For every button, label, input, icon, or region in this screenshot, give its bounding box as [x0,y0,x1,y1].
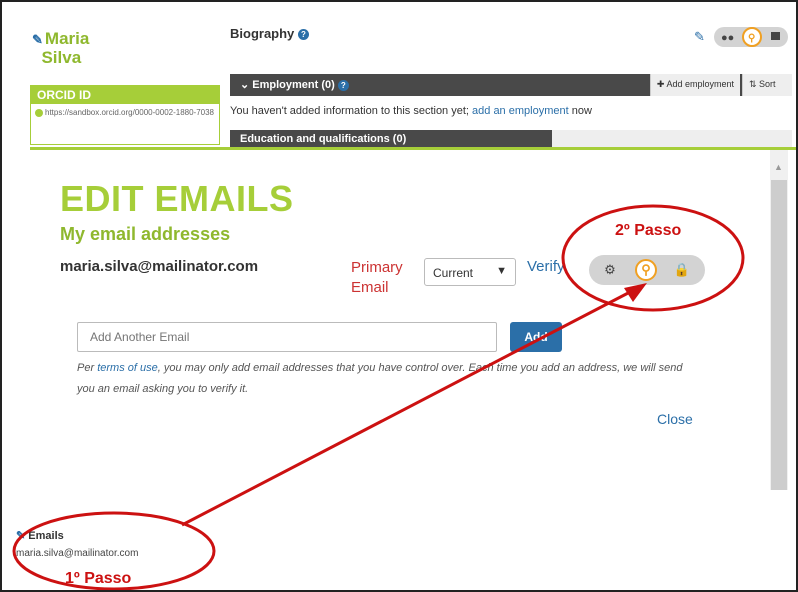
sort-label: Sort [759,79,776,89]
employment-title: ⌄ Employment (0) ? [240,78,349,91]
primary-label-line1: Primary [351,259,403,276]
orcid-url-text[interactable]: https://sandbox.orcid.org/0000-0002-1880… [45,108,214,117]
modal-title: EDIT EMAILS [60,178,294,219]
screenshot-frame: ✎ Maria Silva ORCID ID https://sandbox.or… [0,0,798,592]
add-employment-link[interactable]: add an employment [472,105,569,117]
primary-label-line2: Email [351,279,389,296]
profile-first-name: Maria [44,29,90,48]
edit-emails-modal: EDIT EMAILS My email addresses maria.sil… [30,147,796,590]
add-email-button[interactable]: Add [510,322,562,352]
svg-text:⚲: ⚲ [748,33,755,44]
biography-label: Biography [230,26,295,41]
step2-label: 2º Passo [615,222,682,239]
employment-section-header[interactable]: ⌄ Employment (0) ? ✚ Add employment ⇅ So… [230,74,792,96]
verify-link[interactable]: Verify [527,258,565,275]
profile-name: ✎ Maria Silva [32,30,89,67]
help-icon[interactable]: ? [337,79,349,91]
education-buttons[interactable] [552,130,792,148]
sort-button[interactable]: ⇅ Sort [742,74,792,96]
key-icon[interactable]: ⚲ [635,259,657,281]
orcid-id-header: ORCID ID [31,86,219,104]
profile-last-name: Silva [41,48,82,67]
pencil-icon: ✎ [694,29,705,44]
terms-text: Per terms of use, you may only add email… [77,358,697,400]
primary-email-label[interactable]: Primary Email [351,258,403,298]
group-icon: ●● [721,32,734,44]
modal-subtitle: My email addresses [60,224,231,244]
emails-section-label[interactable]: ✎ Emails [16,529,64,542]
add-employment-label: Add employment [666,79,734,89]
primary-email-address: maria.silva@mailinator.com [60,258,259,275]
close-link[interactable]: Close [657,411,693,427]
modal-scrollbar[interactable]: ▲ [770,150,788,490]
lock-icon [771,32,780,40]
biography-title: Biography ? [230,26,309,41]
add-employment-button[interactable]: ✚ Add employment [649,74,740,96]
orcid-id-box: ORCID ID https://sandbox.orcid.org/0000-… [30,85,220,145]
terms-prefix: Per [77,362,98,374]
scrollbar-thumb[interactable] [771,180,787,490]
empty-text: You haven't added information to this se… [230,105,473,117]
step1-label: 1º Passo [65,570,132,587]
add-email-input[interactable] [77,322,497,352]
scroll-up-icon[interactable]: ▲ [774,162,783,172]
orcid-url[interactable]: https://sandbox.orcid.org/0000-0002-1880… [31,104,219,121]
caret-down-icon: ▼ [496,265,507,277]
pencil-icon[interactable]: ✎ [16,530,25,542]
terms-suffix: , you may only add email addresses that … [77,362,683,395]
group-icon[interactable]: ⚙ [599,259,621,281]
employment-empty-message: You haven't added information to this se… [230,105,592,117]
emails-section-value: maria.silva@mailinator.com [16,548,139,559]
select-value: Current [433,266,474,280]
education-title: Education and qualifications (0) [240,133,407,145]
help-icon[interactable]: ? [297,29,309,41]
orcid-logo-icon [35,108,43,117]
lock-icon[interactable]: 🔒 [671,259,693,281]
emails-label-text: Emails [28,530,64,542]
pencil-icon[interactable]: ✎ [32,32,43,47]
empty-suffix: now [568,105,592,117]
terms-of-use-link[interactable]: terms of use [97,362,158,374]
employment-title-text: Employment (0) [252,79,335,91]
email-status-select[interactable]: Current ▼ [424,258,516,286]
email-privacy-toggle[interactable]: ⚙ ⚲ 🔒 [589,255,705,285]
education-section-header[interactable]: Education and qualifications (0) [230,130,792,148]
biography-privacy-toggle[interactable]: ✎ ●● ⚲ [692,24,792,50]
